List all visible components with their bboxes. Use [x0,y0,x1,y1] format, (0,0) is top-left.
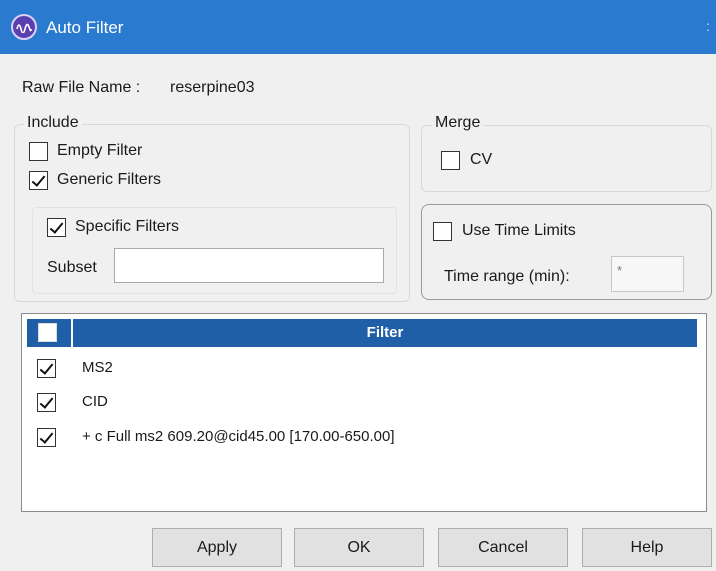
raw-file-name-label: Raw File Name : [22,79,141,96]
title-bar[interactable]: Auto Filter : [0,0,716,54]
generic-filters-checkbox[interactable] [29,171,48,190]
row-label: CID [82,393,108,410]
title-bar-edge-glyph: : [706,18,710,34]
merge-group [421,125,712,192]
help-button[interactable]: Help [582,528,712,567]
cv-checkbox[interactable] [441,151,460,170]
app-logo-icon [11,14,37,40]
row-checkbox[interactable] [37,428,56,447]
window-title: Auto Filter [46,18,124,37]
subset-label: Subset [47,259,97,276]
ok-button[interactable]: OK [294,528,424,567]
row-label: + c Full ms2 609.20@cid45.00 [170.00-650… [82,428,395,445]
include-legend: Include [24,114,82,132]
empty-filter-label: Empty Filter [57,142,143,159]
generic-filters-label: Generic Filters [57,171,162,188]
select-all-checkbox[interactable] [38,323,57,342]
specific-filters-checkbox[interactable] [47,218,66,237]
time-range-label: Time range (min): [444,268,570,285]
use-time-limits-checkbox[interactable] [433,222,452,241]
apply-button[interactable]: Apply [152,528,282,567]
row-label: MS2 [82,359,113,376]
time-range-input[interactable]: * [611,256,684,292]
filter-list[interactable]: Filter MS2 CID + c Full ms2 609.20@cid45… [21,313,707,512]
cancel-button[interactable]: Cancel [438,528,568,567]
filter-column-header[interactable]: Filter [73,319,697,347]
empty-filter-checkbox[interactable] [29,142,48,161]
merge-legend: Merge [432,114,484,132]
row-checkbox[interactable] [37,393,56,412]
select-all-header-cell [27,319,71,347]
raw-file-name-value: reserpine03 [170,79,255,96]
cv-label: CV [470,151,493,168]
row-checkbox[interactable] [37,359,56,378]
subset-input[interactable] [114,248,384,283]
use-time-limits-label: Use Time Limits [462,222,576,239]
specific-filters-label: Specific Filters [75,218,180,235]
